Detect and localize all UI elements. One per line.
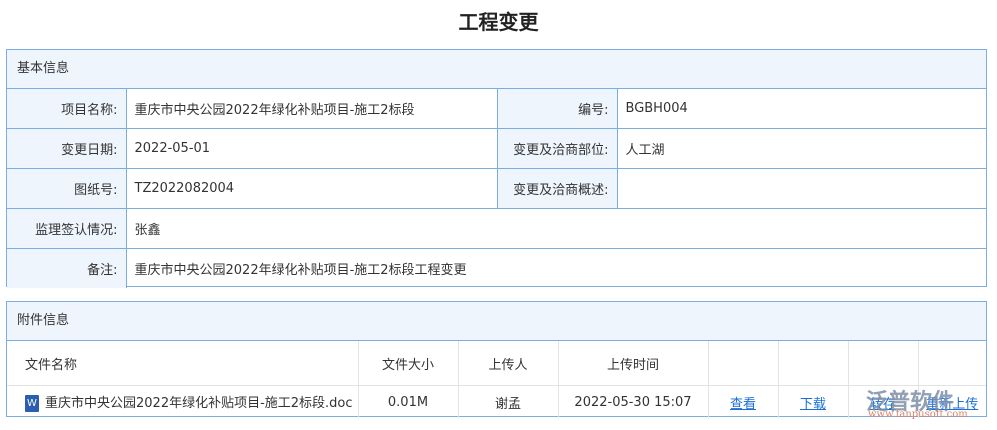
basic-info-section: 基本信息 项目名称: 重庆市中央公园2022年绿化补贴项目-施工2标段 编号: BG…	[6, 49, 987, 288]
file-name: 重庆市中央公园2022年绿化补贴项目-施工2标段.doc	[45, 396, 353, 411]
code-label: 编号:	[496, 89, 617, 129]
col-uploader: 上传人	[457, 341, 558, 386]
section-header: 附件信息	[7, 302, 986, 341]
download-link[interactable]: 下载	[800, 397, 826, 412]
col-upload-time: 上传时间	[557, 341, 708, 386]
summary-label: 变更及洽商概述:	[496, 168, 617, 209]
upload-time: 2022-05-30 15:07	[557, 385, 708, 418]
col-file-size: 文件大小	[357, 341, 458, 386]
remark-label: 备注:	[7, 248, 126, 288]
view-link[interactable]: 查看	[730, 397, 756, 412]
supervisor-value: 张鑫	[125, 208, 986, 249]
watermark-url: www.fanpusoft.com	[868, 409, 968, 420]
code-value: BGBH004	[616, 89, 986, 129]
part-value: 人工湖	[616, 128, 986, 169]
project-name-value: 重庆市中央公园2022年绿化补贴项目-施工2标段	[125, 89, 497, 129]
part-label: 变更及洽商部位:	[496, 128, 617, 169]
uploader: 谢孟	[457, 385, 558, 418]
page-title: 工程变更	[458, 10, 539, 34]
summary-value	[616, 168, 986, 209]
project-name-label: 项目名称:	[7, 89, 126, 129]
word-file-icon: W	[25, 395, 39, 412]
section-header: 基本信息	[7, 50, 986, 89]
date-value: 2022-05-01	[125, 128, 497, 169]
remark-value: 重庆市中央公园2022年绿化补贴项目-施工2标段工程变更	[125, 248, 986, 288]
attachments-section: 附件信息 文件名称 文件大小 上传人 上传时间 W 重庆市中央公园2022年绿化补…	[6, 301, 987, 418]
col-file-name: 文件名称	[7, 341, 358, 386]
supervisor-label: 监理签认情况:	[7, 208, 126, 249]
drawing-value: TZ2022082004	[125, 168, 497, 209]
drawing-label: 图纸号:	[7, 168, 126, 209]
date-label: 变更日期:	[7, 128, 126, 169]
file-size: 0.01M	[357, 385, 458, 418]
table-row: W 重庆市中央公园2022年绿化补贴项目-施工2标段.doc 0.01M 谢孟 2…	[7, 385, 986, 418]
